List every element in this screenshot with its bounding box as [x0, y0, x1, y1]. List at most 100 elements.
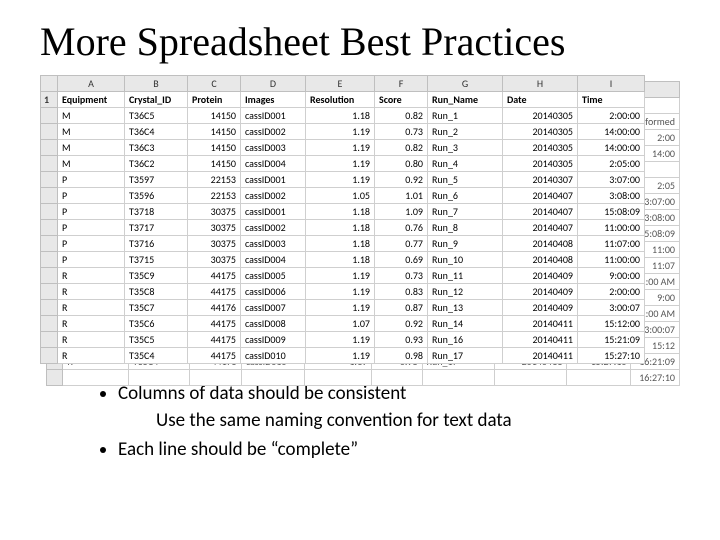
cell: 20140305 [503, 156, 578, 172]
column-header: Score [375, 92, 428, 108]
cell: 44175 [188, 284, 241, 300]
cell: 11:00:00 [578, 252, 645, 268]
cell: cassID004 [241, 252, 306, 268]
cell: 20140305 [503, 124, 578, 140]
cell: 1.19 [306, 172, 375, 188]
column-header: Resolution [306, 92, 375, 108]
cell: Run_2 [428, 124, 503, 140]
col-letter: I [578, 76, 645, 92]
cell: Run_17 [428, 348, 503, 364]
cell: cassID009 [241, 332, 306, 348]
cell: 14150 [188, 124, 241, 140]
cell: 20140411 [503, 316, 578, 332]
cell: cassID010 [241, 348, 306, 364]
cell: 20140408 [503, 252, 578, 268]
cell: 11:07:00 [578, 236, 645, 252]
cell: 15:21:09 [578, 332, 645, 348]
cell: cassID006 [241, 284, 306, 300]
spreadsheet: ABCDEFGHI1EquipmentCrystal_IDProteinImag… [40, 75, 645, 364]
row-number [41, 300, 58, 316]
cell: 1.18 [306, 220, 375, 236]
cell: Run_13 [428, 300, 503, 316]
slide-title: More Spreadsheet Best Practices [40, 18, 680, 65]
cell: 22153 [188, 188, 241, 204]
cell: T35C4 [125, 348, 188, 364]
cell: 15:27:10 [578, 348, 645, 364]
cell: 0.82 [375, 108, 428, 124]
cell: 30375 [188, 220, 241, 236]
cell: Run_4 [428, 156, 503, 172]
cell: T35C6 [125, 316, 188, 332]
cell: T3716 [125, 236, 188, 252]
cell: T3596 [125, 188, 188, 204]
cell: 20140407 [503, 204, 578, 220]
cell: 14150 [188, 108, 241, 124]
cell: 1.19 [306, 300, 375, 316]
col-letter: E [306, 76, 375, 92]
cell: T36C4 [125, 124, 188, 140]
cell: 1.09 [375, 204, 428, 220]
cell: cassID005 [241, 268, 306, 284]
cell: Run_1 [428, 108, 503, 124]
cell: 20140409 [503, 268, 578, 284]
cell: 1.18 [306, 204, 375, 220]
column-header: Protein [188, 92, 241, 108]
row-number [41, 220, 58, 236]
row-number [41, 284, 58, 300]
cell: 1.19 [306, 284, 375, 300]
cell: 1.18 [306, 108, 375, 124]
cell: T3717 [125, 220, 188, 236]
cell: 1.18 [306, 236, 375, 252]
cell: 44176 [188, 300, 241, 316]
cell: Run_3 [428, 140, 503, 156]
cell: 15:08:09 [578, 204, 645, 220]
cell: cassID003 [241, 236, 306, 252]
col-letter: D [241, 76, 306, 92]
cell: 0.82 [375, 140, 428, 156]
cell: M [58, 156, 125, 172]
cell: 44175 [188, 316, 241, 332]
cell: 14:00:00 [578, 124, 645, 140]
row-number [41, 172, 58, 188]
cell: T35C7 [125, 300, 188, 316]
column-header: Images [241, 92, 306, 108]
cell: 20140407 [503, 220, 578, 236]
cell: cassID004 [241, 156, 306, 172]
cell: P [58, 252, 125, 268]
cell: cassID008 [241, 316, 306, 332]
cell: T35C8 [125, 284, 188, 300]
cell: cassID002 [241, 124, 306, 140]
cell: R [58, 268, 125, 284]
cell: 20140307 [503, 172, 578, 188]
column-header: Crystal_ID [125, 92, 188, 108]
cell: 11:00:00 [578, 220, 645, 236]
cell: 2:00:00 [578, 284, 645, 300]
cell: Run_12 [428, 284, 503, 300]
row-number [41, 124, 58, 140]
cell: 20140305 [503, 140, 578, 156]
cell: T36C2 [125, 156, 188, 172]
cell: P [58, 220, 125, 236]
row-number [41, 204, 58, 220]
cell: 0.98 [375, 348, 428, 364]
cell: 14150 [188, 156, 241, 172]
cell: M [58, 124, 125, 140]
cell: Run_16 [428, 332, 503, 348]
cell: 0.73 [375, 268, 428, 284]
cell: cassID007 [241, 300, 306, 316]
cell: 44175 [188, 332, 241, 348]
cell: Run_8 [428, 220, 503, 236]
cell: 1.19 [306, 156, 375, 172]
column-header: Time [578, 92, 645, 108]
row-number [41, 236, 58, 252]
cell: 0.87 [375, 300, 428, 316]
cell: T36C3 [125, 140, 188, 156]
row-number [41, 268, 58, 284]
cell: 1.19 [306, 332, 375, 348]
row-number [41, 188, 58, 204]
cell: 0.93 [375, 332, 428, 348]
cell: cassID002 [241, 188, 306, 204]
cell: T35C9 [125, 268, 188, 284]
cell: R [58, 316, 125, 332]
cell: 14:00:00 [578, 140, 645, 156]
